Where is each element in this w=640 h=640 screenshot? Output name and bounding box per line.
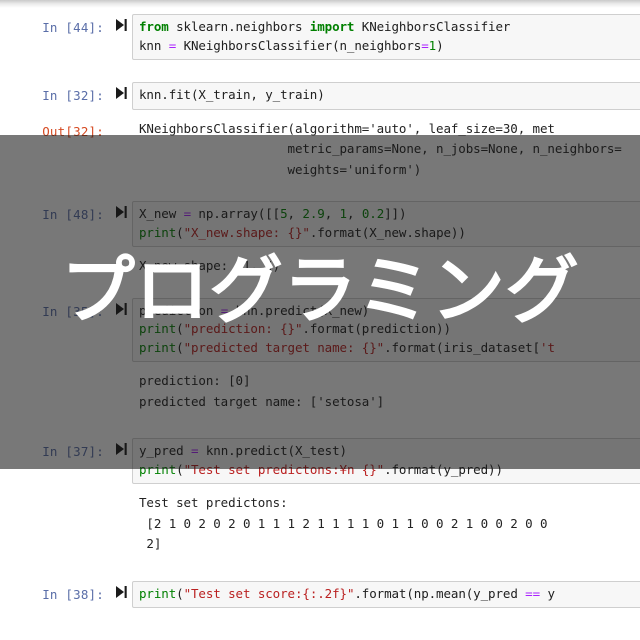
run-cell-icon[interactable] <box>110 201 132 218</box>
code-editor-in-38[interactable]: print("Test set score:{:.2f}".format(np.… <box>132 580 640 608</box>
code-line: y_pred = knn.predict(X_test) print("Test… <box>139 443 503 477</box>
cell-prompt-in-38: In [38]: <box>42 586 104 602</box>
cell-prompt-out-32: Out[32]: <box>42 123 104 139</box>
cell-prompt-in-37: In [37]: <box>42 444 104 459</box>
output-line-1: prediction: [0] <box>139 373 251 388</box>
output-line-3: 2] <box>139 536 162 551</box>
notebook-cell-in-38[interactable]: In [38]: print("Test set score:{:.2f}".f… <box>0 580 640 608</box>
cell-prompt-in-48: In [48]: <box>42 207 104 222</box>
code-line: X_new = np.array([[5, 2.9, 1, 0.2]]) pri… <box>139 206 466 240</box>
run-cell-icon[interactable] <box>110 14 132 31</box>
notebook-cell-in-44[interactable]: In [44]: from sklearn.neighbors import K… <box>0 14 640 60</box>
code-editor-in-35[interactable]: prediction = knn.predict(X_new) print("p… <box>132 297 640 362</box>
code-editor-in-37[interactable]: y_pred = knn.predict(X_test) print("Test… <box>132 438 640 484</box>
cell-output-out-35: prediction: [0] predicted target name: [… <box>132 370 640 411</box>
notebook-cell-out-37: Test set predictons: [2 1 0 2 0 2 0 1 1 … <box>0 492 640 554</box>
cell-prompt-in-35: In [35]: <box>42 303 104 319</box>
code-line: knn.fit(X_train, y_train) <box>139 87 325 102</box>
run-icon-placeholder <box>110 370 132 375</box>
code-line: print("Test set score:{:.2f}".format(np.… <box>139 585 555 601</box>
output-line-1: X_new.shape: (1, 4) <box>139 258 281 273</box>
notebook-cell-in-35[interactable]: In [35]: prediction = knn.predict(X_new)… <box>0 297 640 362</box>
code-editor-in-48[interactable]: X_new = np.array([[5, 2.9, 1, 0.2]]) pri… <box>132 201 640 247</box>
output-line-3: weights='uniform') <box>139 161 422 177</box>
cell-output-out-32: KNeighborsClassifier(algorithm='auto', l… <box>132 118 640 180</box>
cell-prompt-in-32: In [32]: <box>42 88 104 103</box>
run-cell-icon[interactable] <box>110 581 132 598</box>
code-editor-in-44[interactable]: from sklearn.neighbors import KNeighbors… <box>132 14 640 60</box>
output-line-2: [2 1 0 2 0 2 0 1 1 1 2 1 1 1 1 0 1 1 0 0… <box>139 515 548 531</box>
output-line-2: predicted target name: ['setosa'] <box>139 393 385 409</box>
code-editor-in-32[interactable]: knn.fit(X_train, y_train) <box>132 82 640 110</box>
cell-prompt-blank <box>0 370 110 374</box>
run-cell-icon[interactable] <box>110 82 132 99</box>
code-line: from sklearn.neighbors import KNeighbors… <box>139 19 511 53</box>
run-cell-icon[interactable] <box>110 298 132 315</box>
cell-output-out-37: Test set predictons: [2 1 0 2 0 2 0 1 1 … <box>132 492 640 554</box>
notebook-cell-in-48[interactable]: In [48]: X_new = np.array([[5, 2.9, 1, 0… <box>0 201 640 247</box>
notebook-cell-out-48: X_new.shape: (1, 4) <box>0 255 640 276</box>
cell-prompt-blank <box>0 492 110 496</box>
run-icon-placeholder <box>110 492 132 497</box>
cell-prompt-blank <box>0 255 110 259</box>
notebook-canvas: In [44]: from sklearn.neighbors import K… <box>0 0 640 608</box>
notebook-cell-out-35: prediction: [0] predicted target name: [… <box>0 370 640 411</box>
notebook-cell-in-37[interactable]: In [37]: y_pred = knn.predict(X_test) pr… <box>0 438 640 484</box>
run-cell-icon[interactable] <box>110 438 132 455</box>
run-icon-placeholder <box>110 255 132 260</box>
notebook-cell-in-32[interactable]: In [32]: knn.fit(X_train, y_train) <box>0 82 640 110</box>
cell-prompt-in-44: In [44]: <box>42 20 104 35</box>
output-line-2: metric_params=None, n_jobs=None, n_neigh… <box>139 141 622 156</box>
output-line-1: KNeighborsClassifier(algorithm='auto', l… <box>139 120 555 136</box>
run-icon-placeholder <box>110 118 132 123</box>
notebook-cell-out-32: Out[32]: KNeighborsClassifier(algorithm=… <box>0 118 640 180</box>
code-line: prediction = knn.predict(X_new) print("p… <box>139 302 555 355</box>
cell-output-out-48: X_new.shape: (1, 4) <box>132 255 640 276</box>
output-line-1: Test set predictons: <box>139 495 288 510</box>
